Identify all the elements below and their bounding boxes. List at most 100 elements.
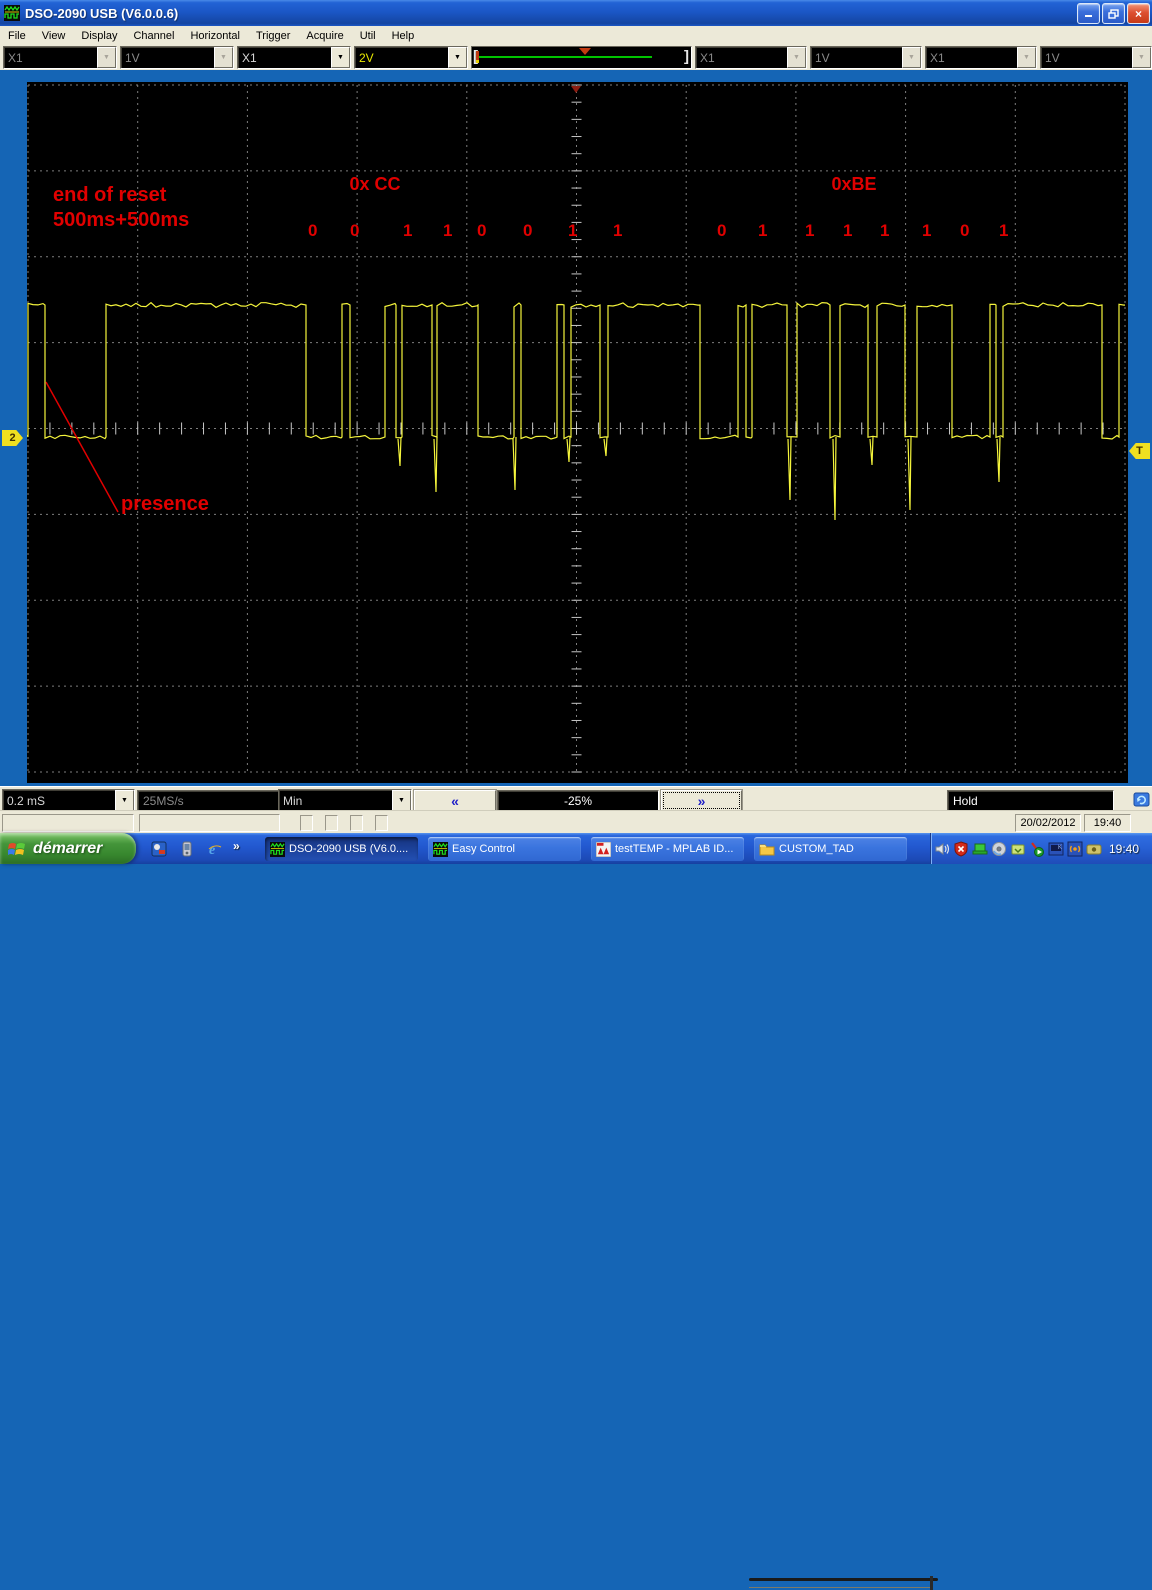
tray-wireless-icon[interactable] xyxy=(1067,841,1083,857)
trace-spike xyxy=(512,436,517,491)
svg-text:e: e xyxy=(209,843,215,857)
trace-spike xyxy=(433,436,438,493)
ch2-volts-per-div-value: 2V xyxy=(359,50,374,65)
menu-item-horizontal[interactable]: Horizontal xyxy=(182,28,248,44)
horizontal-position-slider[interactable]: [ ] xyxy=(471,46,692,69)
status-date: 20/02/2012 xyxy=(1015,814,1081,832)
pan-left-icon: « xyxy=(451,792,459,809)
ch4-volts-per-div-dropdown-icon: ▼ xyxy=(1132,47,1151,68)
quick-launch-ie-icon[interactable]: e xyxy=(206,840,223,857)
status-grip xyxy=(325,815,338,831)
acquisition-dropdown-icon[interactable]: ▼ xyxy=(392,790,411,811)
desktop: { "window": { "title": "DSO-2090 USB (V6… xyxy=(0,0,1152,1590)
menu-item-channel[interactable]: Channel xyxy=(125,28,182,44)
task-label: CUSTOM_TAD xyxy=(779,843,854,855)
slider-start-tick xyxy=(476,51,480,63)
ch2-attenuation[interactable]: X1 ▼ xyxy=(237,46,351,69)
ch2-volts-per-div[interactable]: 2V ▼ xyxy=(354,46,468,69)
tray-laptop-icon[interactable] xyxy=(972,841,988,857)
ch3-volts-per-div-dropdown-icon: ▼ xyxy=(902,47,921,68)
tray-clock: 19:40 xyxy=(1109,841,1140,856)
scope-plot xyxy=(27,84,1126,773)
quick-launch-device-icon[interactable] xyxy=(178,840,195,857)
ch3-attenuation-value: X1 xyxy=(700,50,715,65)
task-label: Easy Control xyxy=(452,843,515,855)
tray-display-icon[interactable]: K xyxy=(1048,841,1064,857)
ch4-volts-per-div-value: 1V xyxy=(1045,50,1060,65)
tray-volume-icon[interactable] xyxy=(934,841,950,857)
taskbar-button-easy-control[interactable]: Easy Control xyxy=(428,837,581,861)
quick-launch-overflow-chevron[interactable]: » xyxy=(233,839,240,853)
timebase-dropdown-icon[interactable]: ▼ xyxy=(115,790,134,811)
trigger-time-marker-icon xyxy=(571,86,581,93)
trace-spike xyxy=(603,436,608,457)
taskbar-button-custom-tad[interactable]: CUSTOM_TAD xyxy=(754,837,907,861)
scroll-slider-rail xyxy=(749,1587,931,1588)
ch4-volts-per-div: 1V ▼ xyxy=(1040,46,1152,69)
app-scope-icon xyxy=(4,5,20,21)
pan-right-icon: » xyxy=(697,792,706,809)
close-icon: × xyxy=(1134,6,1142,21)
start-button[interactable]: démarrer xyxy=(0,833,136,864)
close-button[interactable]: × xyxy=(1127,3,1150,24)
scroll-slider-track[interactable] xyxy=(749,1578,938,1581)
ch3-volts-per-div-value: 1V xyxy=(815,50,830,65)
slider-right-bracket: ] xyxy=(684,48,689,65)
tray-package-icon[interactable] xyxy=(1010,841,1026,857)
menu-item-util[interactable]: Util xyxy=(352,28,384,44)
menu-item-display[interactable]: Display xyxy=(73,28,125,44)
scope-icon xyxy=(270,841,285,857)
quick-launch-app-icon[interactable] xyxy=(150,840,167,857)
tray-disc-icon[interactable] xyxy=(991,841,1007,857)
windows-taskbar: démarrer » DSO-2090 USB (V6.0.... Easy Co… xyxy=(0,833,1152,864)
refresh-icon xyxy=(1133,792,1150,807)
trigger-position-display: -25% xyxy=(497,790,659,811)
ch1-attenuation-dropdown-icon: ▼ xyxy=(97,47,116,68)
minimize-button[interactable] xyxy=(1077,3,1100,24)
status-panel-1 xyxy=(2,814,134,832)
menu-item-acquire[interactable]: Acquire xyxy=(298,28,351,44)
ch2-attenuation-dropdown-icon[interactable]: ▼ xyxy=(331,47,350,68)
trigger-position-marker-icon[interactable] xyxy=(579,48,592,55)
tray-card-icon[interactable] xyxy=(1086,841,1102,857)
status-grip xyxy=(300,815,313,831)
taskbar-button-dso-2090-usb-v6-0[interactable]: DSO-2090 USB (V6.0.... xyxy=(265,837,418,861)
channel2-position-marker[interactable]: 2 xyxy=(2,430,23,446)
trigger-level-marker[interactable]: T xyxy=(1129,443,1150,459)
menu-item-view[interactable]: View xyxy=(34,28,74,44)
ch1-attenuation-value: X1 xyxy=(8,50,23,65)
timebase-select[interactable]: 0.2 mS ▼ xyxy=(2,789,135,812)
pan-right-button[interactable]: » xyxy=(661,790,742,811)
ch4-attenuation-value: X1 xyxy=(930,50,945,65)
taskbar-button-testtemp-mplab-id[interactable]: testTEMP - MPLAB ID... xyxy=(591,837,744,861)
ch3-attenuation-dropdown-icon: ▼ xyxy=(787,47,806,68)
status-panel-2 xyxy=(139,814,280,832)
task-label: testTEMP - MPLAB ID... xyxy=(615,843,734,855)
ch2-volts-per-div-dropdown-icon[interactable]: ▼ xyxy=(448,47,467,68)
start-label: démarrer xyxy=(33,839,103,857)
status-time: 19:40 xyxy=(1084,814,1131,832)
pan-left-button[interactable]: « xyxy=(414,790,496,811)
restore-button[interactable] xyxy=(1102,3,1125,24)
restore-icon xyxy=(1108,8,1119,19)
status-grip xyxy=(375,815,388,831)
menu-item-help[interactable]: Help xyxy=(384,28,423,44)
run-state-display: Hold xyxy=(947,790,1114,811)
ch4-attenuation-dropdown-icon: ▼ xyxy=(1017,47,1036,68)
tray-pen-icon[interactable] xyxy=(1029,841,1045,857)
tray-shield-icon[interactable] xyxy=(953,840,969,857)
trace-spike xyxy=(869,436,874,466)
scroll-slider-handle[interactable] xyxy=(930,1576,933,1590)
acquisition-mode-select[interactable]: Min ▼ xyxy=(278,789,412,812)
status-grip xyxy=(350,815,363,831)
ch1-volts-per-div: 1V ▼ xyxy=(120,46,234,69)
system-tray: K 19:40 xyxy=(930,833,1152,864)
channel2-trace xyxy=(27,301,1126,440)
menu-item-trigger[interactable]: Trigger xyxy=(248,28,298,44)
task-label: DSO-2090 USB (V6.0.... xyxy=(289,843,409,855)
menu-item-file[interactable]: File xyxy=(0,28,34,44)
sample-rate-display: 25MS/s xyxy=(137,790,282,811)
trace-spike xyxy=(907,436,912,511)
channel-toolbar: X1 ▼ 1V ▼ X1 ▼ 2V ▼ [ ] X1 ▼ 1V ▼ X1 ▼ 1V ▼ xyxy=(0,45,1152,70)
minimize-icon xyxy=(1084,15,1092,17)
